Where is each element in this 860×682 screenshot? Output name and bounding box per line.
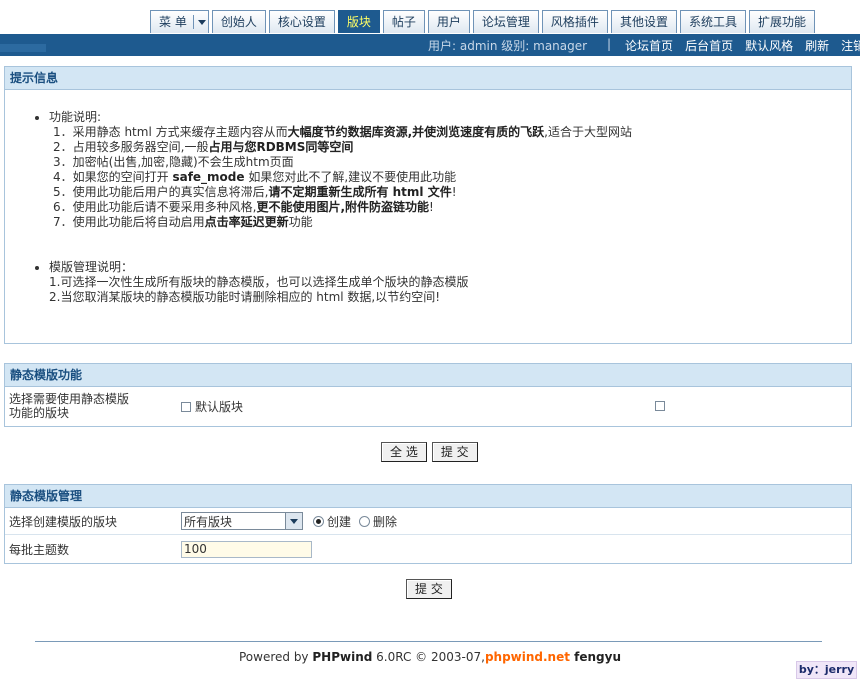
tab-forums[interactable]: 版块 (337, 10, 380, 33)
chevron-down-icon[interactable] (285, 513, 302, 529)
chevron-down-icon[interactable] (192, 15, 208, 29)
static-function-panel: 静态模版功能 选择需要使用静态模版功能的版块 默认版块 (4, 363, 852, 427)
tips-items: 1．采用静态 html 方式来缓存主题内容从而大幅度节约数据库资源,并使浏览速度… (33, 125, 851, 230)
tips-list: 功能说明: (33, 110, 851, 125)
static-manage-panel: 静态模版管理 选择创建模版的版块 所有版块 创建 删除 每批主题数 100 (4, 484, 852, 564)
tip-item: 4．如果您的空间打开 safe_mode 如果您对此不了解,建议不要使用此功能 (53, 170, 457, 184)
link-refresh[interactable]: 刷新 (805, 37, 829, 54)
tab-extensions[interactable]: 扩展功能 (748, 10, 815, 33)
footer-brand: PHPwind (312, 650, 373, 664)
tips-content: 功能说明: 1．采用静态 html 方式来缓存主题内容从而大幅度节约数据库资源,… (5, 90, 851, 305)
tips-title: 提示信息 (5, 67, 851, 90)
top-navigation: 菜 单 创始人 核心设置 版块 帖子 用户 论坛管理 风格插件 其他设置 系统工… (0, 0, 860, 34)
delete-radio[interactable] (359, 515, 371, 527)
footer-site-link[interactable]: phpwind.net (485, 650, 570, 664)
tip-item: 2.当您取消某版块的静态模版功能时请删除相应的 html 数据,以节约空间! (49, 290, 441, 304)
forum-select[interactable]: 所有版块 (181, 512, 303, 530)
footer-divider (35, 641, 822, 642)
default-forum-checkbox[interactable] (181, 402, 191, 412)
tip-item: 6．使用此功能后请不要采用多种风格,更不能使用图片,附件防盗链功能! (53, 200, 434, 214)
select-all-button[interactable]: 全 选 (381, 442, 427, 462)
tab-system-tools[interactable]: 系统工具 (679, 10, 746, 33)
tab-posts[interactable]: 帖子 (382, 10, 425, 33)
tab-forum-manage[interactable]: 论坛管理 (472, 10, 539, 33)
delete-radio-label: 删除 (373, 514, 398, 529)
static-function-buttons: 全 选 提 交 (381, 442, 478, 462)
tips-panel: 提示信息 功能说明: 1．采用静态 html 方式来缓存主题内容从而大幅度节约数… (4, 66, 852, 344)
batch-input[interactable]: 100 (181, 540, 312, 558)
tips-section-label: 功能说明: (49, 110, 851, 125)
tip-item: 1.可选择一次性生成所有版块的静态模版，也可以选择生成单个版块的静态模版 (49, 275, 469, 289)
static-manage-title: 静态模版管理 (5, 485, 851, 508)
create-forum-row: 选择创建模版的版块 所有版块 创建 删除 (5, 508, 851, 535)
submit-button[interactable]: 提 交 (431, 442, 478, 462)
top-links: | 论坛首页 后台首页 默认风格 刷新 注销 (607, 37, 860, 54)
forum-select-label: 选择需要使用静态模版功能的版块 (9, 392, 130, 420)
create-radio[interactable] (313, 515, 324, 527)
byline-badge: by：jerry (796, 661, 857, 679)
tip-item: 1．采用静态 html 方式来缓存主题内容从而大幅度节约数据库资源,并使浏览速度… (53, 125, 632, 139)
manage-submit-button[interactable]: 提 交 (406, 579, 452, 599)
default-forum-label: 默认版块 (195, 399, 244, 414)
forum-select-row: 选择需要使用静态模版功能的版块 默认版块 (5, 387, 851, 425)
tab-core-settings[interactable]: 核心设置 (268, 10, 335, 33)
tab-other-settings[interactable]: 其他设置 (610, 10, 677, 33)
create-forum-cell: 所有版块 创建 删除 (177, 510, 851, 532)
separator: | (607, 37, 612, 51)
menu-label: 菜 单 (159, 14, 187, 29)
user-info: 用户: admin 级别: manager (428, 39, 588, 53)
footer-powered: Powered by (238, 650, 313, 664)
batch-label: 每批主题数 (9, 542, 70, 557)
main-tabs: 菜 单 创始人 核心设置 版块 帖子 用户 论坛管理 风格插件 其他设置 系统工… (150, 10, 818, 34)
link-logout[interactable]: 注销 (841, 37, 860, 54)
extra-checkbox[interactable] (655, 400, 665, 411)
static-manage-buttons: 提 交 (406, 579, 452, 599)
forum-select-value: 所有版块 (184, 514, 233, 529)
create-forum-label: 选择创建模版的版块 (9, 514, 118, 529)
tip-item: 7．使用此功能后将自动启用点击率延迟更新功能 (53, 215, 313, 229)
tip-item: 5．使用此功能后用户的真实信息将滞后,请不定期重新生成所有 html 文件! (53, 185, 457, 199)
footer-author: fengyu (569, 650, 622, 664)
batch-row: 每批主题数 100 (5, 535, 851, 563)
footer-version: 6.0RC © 2003-07, (372, 650, 485, 664)
tab-founder[interactable]: 创始人 (211, 10, 266, 33)
footer: Powered by PHPwind 6.0RC © 2003-07,phpwi… (0, 650, 860, 664)
tips-list-2: 模版管理说明： (33, 260, 851, 275)
forum-select-cell: 默认版块 (133, 396, 851, 417)
tab-users[interactable]: 用户 (427, 10, 470, 33)
static-function-title: 静态模版功能 (5, 364, 851, 387)
tips-items-2: 1.可选择一次性生成所有版块的静态模版，也可以选择生成单个版块的静态模版 2.当… (33, 275, 851, 305)
link-default-style[interactable]: 默认风格 (745, 37, 793, 54)
batch-cell: 100 (177, 539, 851, 560)
tips-section2-label: 模版管理说明： (49, 260, 851, 275)
user-bar: 用户: admin 级别: manager | 论坛首页 后台首页 默认风格 刷… (0, 34, 860, 56)
link-forum-home[interactable]: 论坛首页 (625, 37, 673, 54)
tip-item: 2．占用较多服务器空间,一般占用与您RDBMS同等空间 (53, 140, 354, 154)
bar-decoration (0, 44, 46, 52)
create-radio-label: 创建 (327, 514, 352, 529)
link-admin-home[interactable]: 后台首页 (685, 37, 733, 54)
menu-dropdown[interactable]: 菜 单 (150, 10, 209, 33)
tip-item: 3．加密帖(出售,加密,隐藏)不会生成htm页面 (53, 155, 294, 169)
tab-style-plugins[interactable]: 风格插件 (541, 10, 608, 33)
